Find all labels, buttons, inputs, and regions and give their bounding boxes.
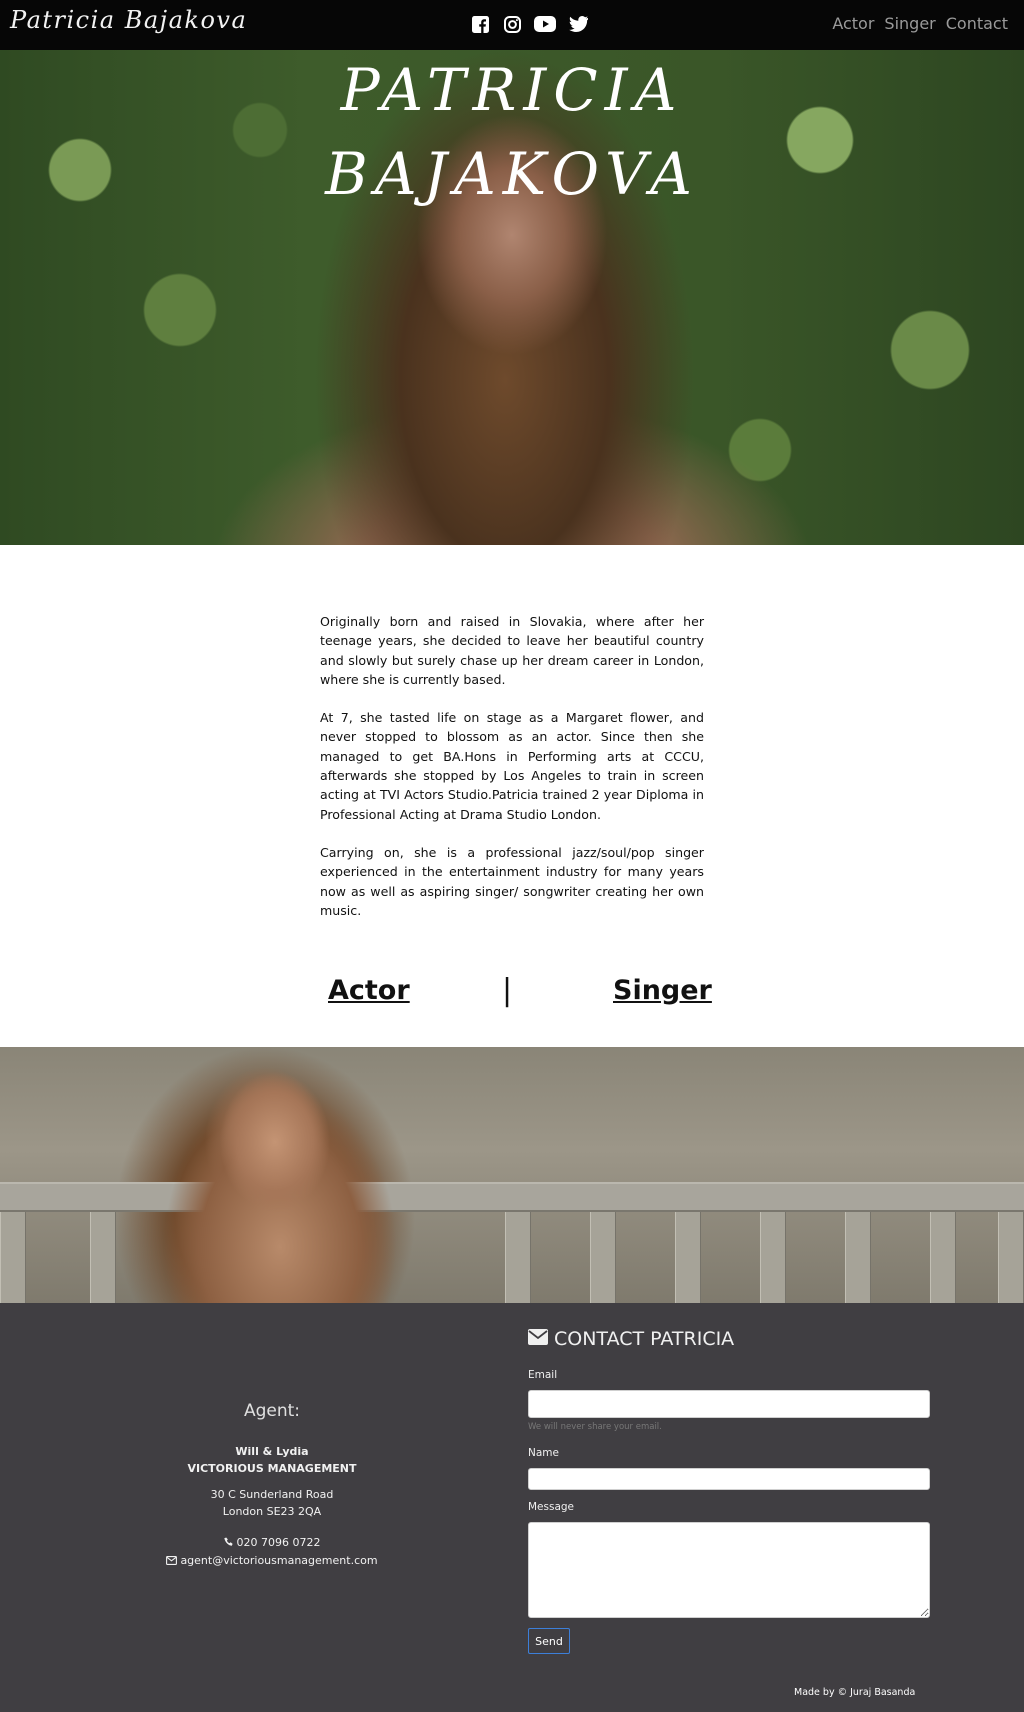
hero-banner: PATRICIA BAJAKOVA — [0, 50, 1024, 545]
agent-names-block: Will & Lydia VICTORIOUS MANAGEMENT — [0, 1443, 544, 1477]
facebook-icon[interactable] — [470, 13, 490, 35]
bench-slat — [90, 1212, 116, 1303]
bench-slat — [590, 1212, 616, 1303]
agent-address-line1: 30 C Sunderland Road — [210, 1488, 334, 1501]
contact-heading: CONTACT PATRICIA — [528, 1328, 734, 1350]
bench-slat — [675, 1212, 701, 1303]
agent-title: Agent: — [243, 1401, 301, 1421]
bench-photo — [0, 1047, 1024, 1303]
phone-icon — [223, 1535, 234, 1552]
contact-heading-text: CONTACT PATRICIA — [554, 1328, 735, 1350]
bio-paragraph: At 7, she tasted life on stage as a Marg… — [320, 710, 704, 822]
nav-menu: Actor Singer Contact — [832, 14, 1008, 33]
name-label: Name — [528, 1447, 559, 1459]
role-separator: | — [502, 973, 513, 1008]
agent-phone[interactable]: 020 7096 0722 — [237, 1536, 321, 1549]
nav-link-singer[interactable]: Singer — [884, 14, 935, 33]
agent-email-row: agent@victoriousmanagement.com — [0, 1552, 544, 1570]
footer-credit: Made by © Juraj Basanda — [794, 1687, 916, 1698]
email-label: Email — [528, 1369, 558, 1381]
agent-address-line2: London SE23 2QA — [222, 1505, 322, 1518]
social-links — [470, 13, 588, 35]
agent-phone-row: 020 7096 0722 — [0, 1534, 544, 1552]
instagram-icon[interactable] — [502, 13, 522, 35]
twitter-icon[interactable] — [568, 13, 588, 35]
email-help-text: We will never share your email. — [528, 1422, 662, 1432]
hero-title-line1: PATRICIA — [340, 56, 684, 124]
envelope-icon — [528, 1328, 548, 1350]
agent-contact-block: 020 7096 0722 agent@victoriousmanagement… — [0, 1534, 544, 1570]
brand-logo[interactable]: Patricia Bajakova — [10, 6, 247, 34]
portrait-figure — [160, 1047, 460, 1303]
bench-slat — [760, 1212, 786, 1303]
navbar: Patricia Bajakova Actor Singer Contact — [0, 0, 1024, 50]
bio-paragraph: Carrying on, she is a professional jazz/… — [320, 844, 704, 918]
send-button[interactable]: Send — [528, 1628, 570, 1654]
singer-link[interactable]: Singer — [613, 975, 712, 1006]
agent-names: Will & Lydia — [235, 1445, 309, 1458]
bio-section: Originally born and raised in Slovakia, … — [320, 612, 704, 939]
bench-slat — [930, 1212, 956, 1303]
nav-link-actor[interactable]: Actor — [832, 14, 874, 33]
message-field[interactable] — [528, 1522, 930, 1618]
bench-slat — [998, 1212, 1024, 1303]
youtube-icon[interactable] — [534, 13, 556, 35]
bench-slat — [505, 1212, 531, 1303]
bench-slat — [0, 1212, 26, 1303]
nav-link-contact[interactable]: Contact — [946, 14, 1008, 33]
email-field[interactable] — [528, 1390, 930, 1418]
name-field[interactable] — [528, 1468, 930, 1490]
bio-paragraph: Originally born and raised in Slovakia, … — [320, 614, 704, 687]
envelope-outline-icon — [166, 1553, 178, 1570]
agent-company: VICTORIOUS MANAGEMENT — [187, 1462, 357, 1475]
hero-title-line2: BAJAKOVA — [325, 140, 699, 208]
role-links: Actor | Singer — [0, 973, 1024, 1015]
agent-email[interactable]: agent@victoriousmanagement.com — [180, 1554, 377, 1567]
actor-link[interactable]: Actor — [328, 975, 410, 1006]
contact-section: Agent: Will & Lydia VICTORIOUS MANAGEMEN… — [0, 1303, 1024, 1712]
message-label: Message — [528, 1501, 575, 1513]
agent-address-block: 30 C Sunderland Road London SE23 2QA — [0, 1486, 544, 1520]
bench-slat — [845, 1212, 871, 1303]
bench-backrest — [0, 1182, 1024, 1212]
